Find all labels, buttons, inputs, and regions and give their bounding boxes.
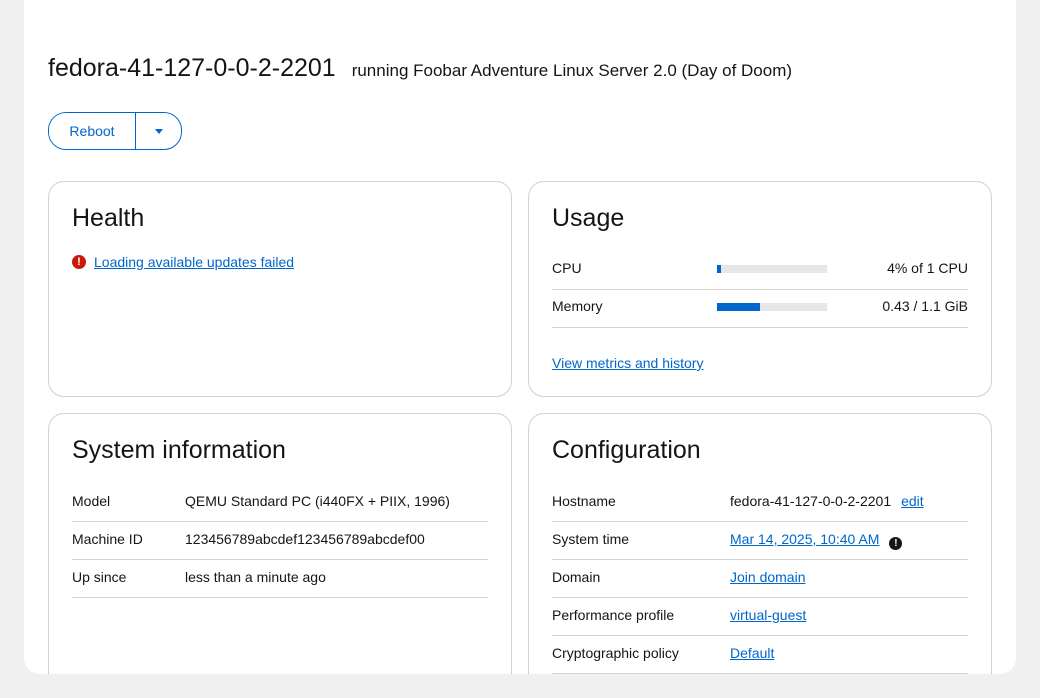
crypto-policy-label: Cryptographic policy — [552, 645, 679, 661]
up-since-value: less than a minute ago — [185, 569, 326, 585]
exclamation-circle-icon: ! — [72, 255, 86, 269]
hostname-value-wrap: fedora-41-127-0-0-2-2201 edit — [730, 493, 924, 509]
machine-id-row: Machine ID 123456789abcdef123456789abcde… — [72, 521, 488, 560]
usage-title: Usage — [552, 204, 625, 232]
memory-label: Memory — [552, 298, 603, 314]
view-metrics-link[interactable]: View metrics and history — [552, 355, 703, 371]
info-icon[interactable]: ! — [889, 537, 903, 550]
hostname-row: Hostname fedora-41-127-0-0-2-2201 edit — [552, 483, 968, 522]
reboot-dropdown-toggle[interactable] — [135, 113, 181, 149]
model-label: Model — [72, 493, 111, 509]
system-time-value-wrap: Mar 14, 2025, 10:40 AM! — [730, 531, 903, 550]
cpu-usage-row: CPU 4% of 1 CPU — [552, 251, 968, 290]
hostname-value: fedora-41-127-0-0-2-2201 — [730, 493, 892, 509]
domain-label: Domain — [552, 569, 601, 585]
configuration-title: Configuration — [552, 436, 701, 464]
memory-usage-row: Memory 0.43 / 1.1 GiB — [552, 289, 968, 328]
configuration-card: Configuration Hostname fedora-41-127-0-0… — [528, 413, 992, 674]
domain-row: Domain Join domain — [552, 559, 968, 598]
os-description: running Foobar Adventure Linux Server 2.… — [351, 61, 793, 80]
crypto-policy-row: Cryptographic policy Default — [552, 635, 968, 674]
system-time-label: System time — [552, 531, 630, 547]
system-time-link[interactable]: Mar 14, 2025, 10:40 AM — [730, 531, 879, 547]
page-header: fedora-41-127-0-0-2-2201 running Foobar … — [48, 54, 792, 83]
hostname-label: Hostname — [552, 493, 616, 509]
cpu-value: 4% of 1 CPU — [887, 260, 968, 276]
cpu-progress-bar — [717, 265, 827, 273]
memory-value: 0.43 / 1.1 GiB — [882, 298, 968, 314]
reboot-button[interactable]: Reboot — [49, 113, 135, 149]
performance-profile-label: Performance profile — [552, 607, 675, 623]
system-time-row: System time Mar 14, 2025, 10:40 AM! — [552, 521, 968, 560]
memory-progress-fill — [717, 303, 760, 311]
system-information-card: System information Model QEMU Standard P… — [48, 413, 512, 674]
performance-profile-row: Performance profile virtual-guest — [552, 597, 968, 636]
updates-alert: ! Loading available updates failed — [72, 254, 294, 270]
cpu-label: CPU — [552, 260, 582, 276]
usage-card: Usage CPU 4% of 1 CPU Memory 0.43 / 1.1 … — [528, 181, 992, 397]
system-information-title: System information — [72, 436, 286, 464]
caret-down-icon — [154, 128, 163, 134]
overview-page: fedora-41-127-0-0-2-2201 running Foobar … — [24, 0, 1016, 674]
performance-profile-link[interactable]: virtual-guest — [730, 607, 806, 623]
edit-hostname-link[interactable]: edit — [901, 493, 924, 509]
machine-id-label: Machine ID — [72, 531, 143, 547]
memory-progress-bar — [717, 303, 827, 311]
join-domain-link[interactable]: Join domain — [730, 569, 806, 585]
model-row: Model QEMU Standard PC (i440FX + PIIX, 1… — [72, 483, 488, 522]
updates-failed-link[interactable]: Loading available updates failed — [94, 254, 294, 270]
crypto-policy-link[interactable]: Default — [730, 645, 774, 661]
up-since-label: Up since — [72, 569, 127, 585]
machine-id-value: 123456789abcdef123456789abcdef00 — [185, 531, 425, 547]
hostname-title: fedora-41-127-0-0-2-2201 — [48, 54, 336, 82]
health-card: Health ! Loading available updates faile… — [48, 181, 512, 397]
up-since-row: Up since less than a minute ago — [72, 559, 488, 598]
health-title: Health — [72, 204, 145, 232]
model-value: QEMU Standard PC (i440FX + PIIX, 1996) — [185, 493, 450, 509]
reboot-split-button: Reboot — [48, 112, 182, 150]
cpu-progress-fill — [717, 265, 722, 273]
